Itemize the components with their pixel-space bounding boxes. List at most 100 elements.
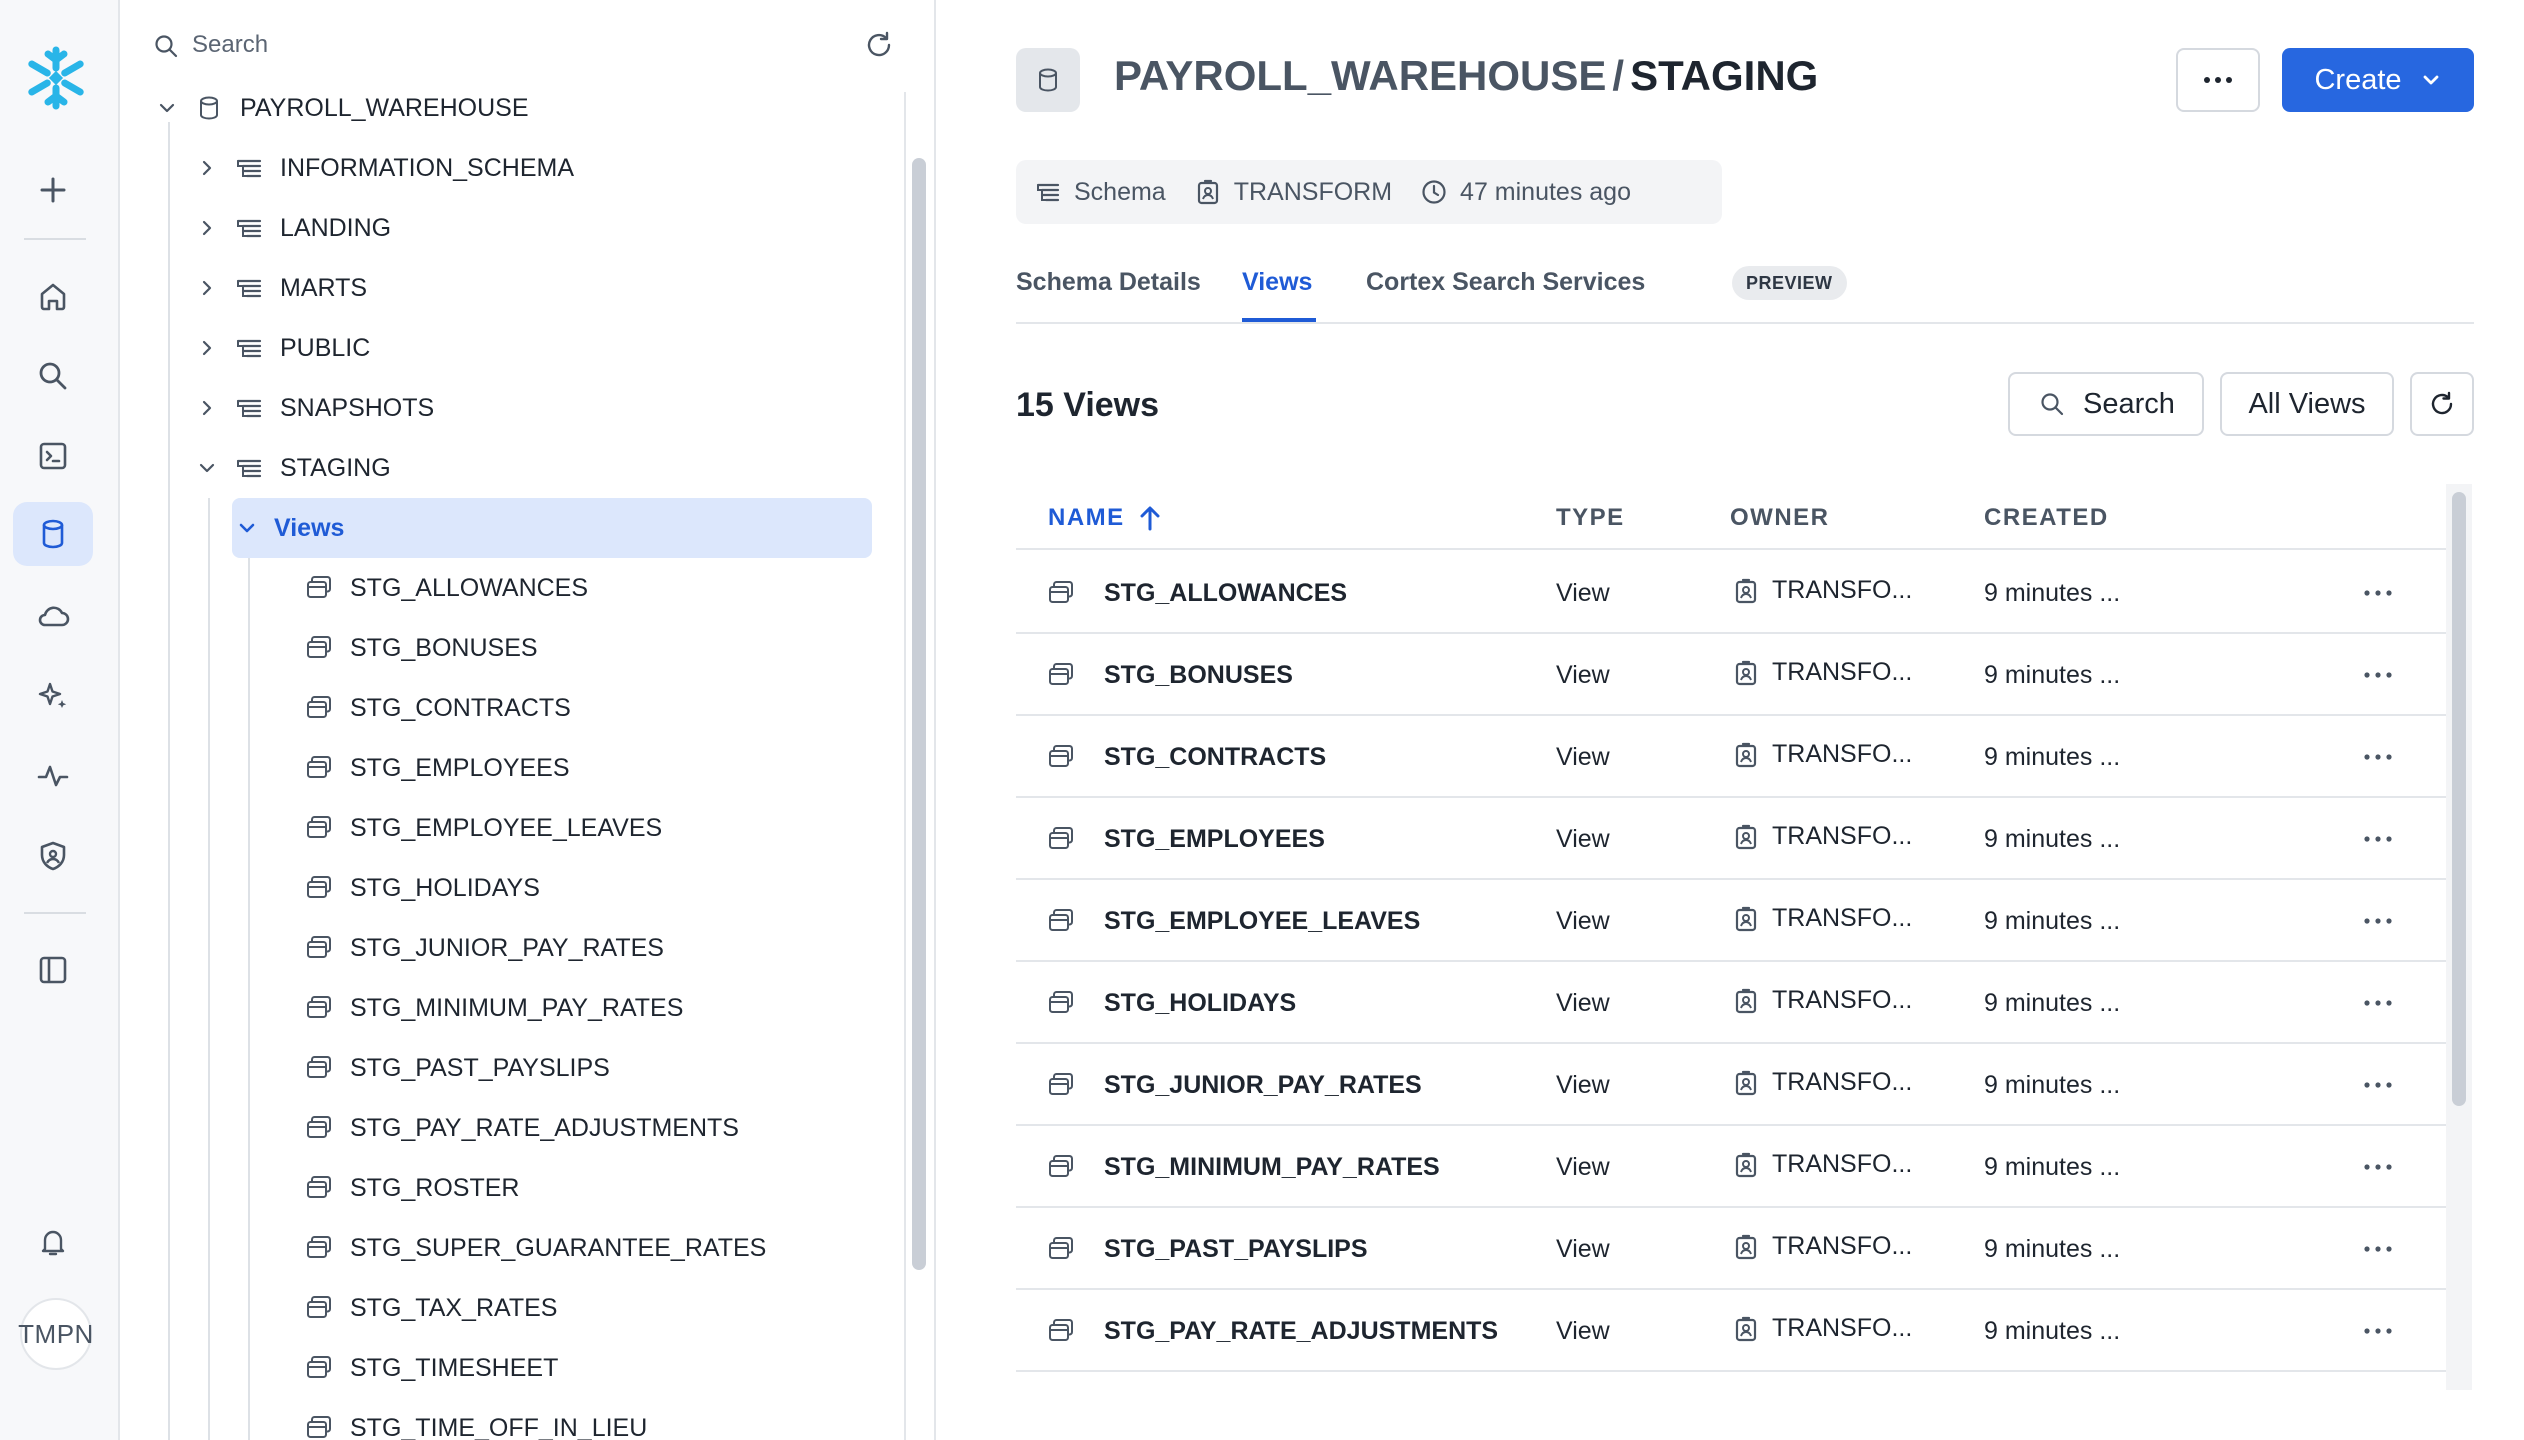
tab-bar: Schema Details Views Cortex Search Servi… <box>1016 262 2474 324</box>
activity-button[interactable] <box>13 744 93 808</box>
tree-view-item[interactable]: STG_SUPER_GUARANTEE_RATES <box>304 1218 766 1278</box>
row-more-button[interactable] <box>2356 742 2400 772</box>
row-name[interactable]: STG_HOLIDAYS <box>1104 989 1296 1018</box>
table-row[interactable]: STG_PAST_PAYSLIPS View TRANSFO... 9 minutes… <box>1016 1208 2446 1290</box>
row-more-button[interactable] <box>2356 988 2400 1018</box>
row-more-button[interactable] <box>2356 1152 2400 1182</box>
tree-view-item[interactable]: STG_EMPLOYEES <box>304 738 570 798</box>
schema-icon <box>236 459 262 478</box>
table-row[interactable]: STG_HOLIDAYS View TRANSFO... 9 minutes ... <box>1016 962 2446 1044</box>
row-more-button[interactable] <box>2356 1234 2400 1264</box>
column-header-type[interactable]: TYPE <box>1556 504 1625 532</box>
row-name[interactable]: STG_CONTRACTS <box>1104 743 1326 772</box>
more-actions-button[interactable] <box>2176 48 2260 112</box>
tab-views[interactable]: Views <box>1242 268 1312 297</box>
cloud-button[interactable] <box>13 584 93 648</box>
create-button[interactable]: Create <box>2282 48 2474 112</box>
tree-schema-public[interactable]: PUBLIC <box>196 318 370 378</box>
table-row[interactable]: STG_CONTRACTS View TRANSFO... 9 minutes ... <box>1016 716 2446 798</box>
row-name[interactable]: STG_PAY_RATE_ADJUSTMENTS <box>1104 1317 1498 1346</box>
tree-schema-information-schema[interactable]: INFORMATION_SCHEMA <box>196 138 574 198</box>
table-row[interactable]: STG_BONUSES View TRANSFO... 9 minutes ... <box>1016 634 2446 716</box>
row-more-button[interactable] <box>2356 1070 2400 1100</box>
row-more-button[interactable] <box>2356 824 2400 854</box>
more-horizontal-icon <box>2364 836 2392 842</box>
row-name[interactable]: STG_EMPLOYEE_LEAVES <box>1104 907 1420 936</box>
tree-view-item[interactable]: STG_MINIMUM_PAY_RATES <box>304 978 683 1038</box>
search-views-button[interactable]: Search <box>2008 372 2204 436</box>
tab-cortex-search-services[interactable]: Cortex Search Services <box>1366 268 1645 297</box>
explorer-scroll-thumb[interactable] <box>912 158 926 1270</box>
snowflake-logo-icon[interactable] <box>22 44 90 112</box>
row-name[interactable]: STG_MINIMUM_PAY_RATES <box>1104 1153 1440 1182</box>
row-name[interactable]: STG_BONUSES <box>1104 661 1293 690</box>
refresh-icon[interactable] <box>862 28 896 62</box>
row-owner-label: TRANSFO... <box>1772 822 1913 850</box>
tree-schema-label: LANDING <box>280 213 392 242</box>
column-header-name-label: NAME <box>1048 504 1125 531</box>
row-more-button[interactable] <box>2356 1316 2400 1346</box>
column-header-owner[interactable]: OWNER <box>1730 504 1830 532</box>
row-more-button[interactable] <box>2356 578 2400 608</box>
row-type: View <box>1556 989 1610 1017</box>
tree-view-item[interactable]: STG_TIMESHEET <box>304 1338 558 1398</box>
home-button[interactable] <box>13 264 93 328</box>
row-name[interactable]: STG_JUNIOR_PAY_RATES <box>1104 1071 1422 1100</box>
user-avatar[interactable]: TMPN <box>18 1298 93 1370</box>
tree-view-item[interactable]: STG_TIME_OFF_IN_LIEU <box>304 1398 647 1440</box>
table-row[interactable]: STG_PAY_RATE_ADJUSTMENTS View TRANSFO... 9 … <box>1016 1290 2446 1372</box>
row-name[interactable]: STG_ALLOWANCES <box>1104 579 1347 608</box>
row-owner-label: TRANSFO... <box>1772 576 1913 604</box>
tree-view-item[interactable]: STG_BONUSES <box>304 618 538 678</box>
column-header-created[interactable]: CREATED <box>1984 504 2109 532</box>
view-icon <box>307 876 331 898</box>
view-icon <box>307 1056 331 1078</box>
tree-view-item[interactable]: STG_ALLOWANCES <box>304 558 588 618</box>
tree-views-folder[interactable]: Views <box>232 498 872 558</box>
tree-view-item[interactable]: STG_ROSTER <box>304 1158 519 1218</box>
tree-view-item[interactable]: STG_PAST_PAYSLIPS <box>304 1038 610 1098</box>
ai-button[interactable] <box>13 664 93 728</box>
role-badge-icon <box>1735 824 1757 849</box>
table-row[interactable]: STG_EMPLOYEE_LEAVES View TRANSFO... 9 minut… <box>1016 880 2446 962</box>
view-filter-dropdown[interactable]: All Views <box>2220 372 2394 436</box>
tree-view-item[interactable]: STG_PAY_RATE_ADJUSTMENTS <box>304 1098 739 1158</box>
row-owner: TRANSFO... <box>1732 986 1912 1015</box>
tree-schema-landing[interactable]: LANDING <box>196 198 391 258</box>
tree-view-item[interactable]: STG_HOLIDAYS <box>304 858 540 918</box>
tree-schema-snapshots[interactable]: SNAPSHOTS <box>196 378 434 438</box>
column-header-name[interactable]: NAME <box>1048 504 1161 532</box>
add-button[interactable] <box>13 158 93 222</box>
tree-schema-staging[interactable]: STAGING <box>196 438 391 498</box>
chevron-right-icon <box>202 220 212 236</box>
toggle-panel-button[interactable] <box>13 938 93 1002</box>
worksheets-button[interactable] <box>13 424 93 488</box>
row-name[interactable]: STG_EMPLOYEES <box>1104 825 1325 854</box>
view-filter-label: All Views <box>2248 387 2366 420</box>
row-more-button[interactable] <box>2356 660 2400 690</box>
title-database[interactable]: PAYROLL_WAREHOUSE <box>1114 52 1606 99</box>
row-name[interactable]: STG_PAST_PAYSLIPS <box>1104 1235 1368 1264</box>
notifications-button[interactable] <box>13 1210 93 1274</box>
tab-schema-details[interactable]: Schema Details <box>1016 268 1201 297</box>
tree-schema-marts[interactable]: MARTS <box>196 258 367 318</box>
row-created: 9 minutes ... <box>1984 1071 2121 1099</box>
chevron-right-icon <box>202 280 212 296</box>
table-row[interactable]: STG_JUNIOR_PAY_RATES View TRANSFO... 9 minu… <box>1016 1044 2446 1126</box>
table-row[interactable]: STG_ALLOWANCES View TRANSFO... 9 minutes ..… <box>1016 552 2446 634</box>
table-row[interactable]: STG_EMPLOYEES View TRANSFO... 9 minutes ... <box>1016 798 2446 880</box>
tree-view-item[interactable]: STG_CONTRACTS <box>304 678 571 738</box>
governance-button[interactable] <box>13 824 93 888</box>
refresh-views-button[interactable] <box>2410 372 2474 436</box>
tree-schema-label: SNAPSHOTS <box>280 393 435 422</box>
tree-database[interactable]: PAYROLL_WAREHOUSE <box>156 78 529 138</box>
search-nav-button[interactable] <box>13 344 93 408</box>
explorer-search[interactable]: Search <box>120 0 934 90</box>
tree-view-item[interactable]: STG_JUNIOR_PAY_RATES <box>304 918 664 978</box>
tree-view-item[interactable]: STG_TAX_RATES <box>304 1278 557 1338</box>
row-more-button[interactable] <box>2356 906 2400 936</box>
tree-view-item[interactable]: STG_EMPLOYEE_LEAVES <box>304 798 662 858</box>
table-row[interactable]: STG_MINIMUM_PAY_RATES View TRANSFO... 9 min… <box>1016 1126 2446 1208</box>
table-scroll-thumb[interactable] <box>2452 492 2466 1106</box>
data-button[interactable] <box>13 502 93 566</box>
